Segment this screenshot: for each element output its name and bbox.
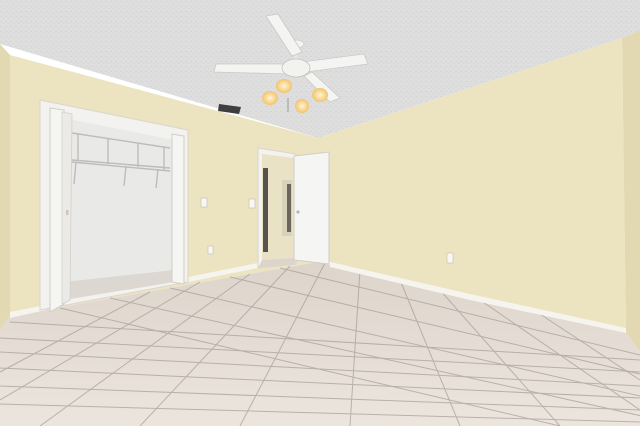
fan-light-bulb — [295, 99, 309, 113]
bedroom-scene — [0, 0, 640, 426]
fan-light-bulb — [312, 88, 328, 102]
fan-blade-left — [213, 63, 291, 75]
fan-light-bulb — [262, 91, 278, 105]
wall-outlet-left — [207, 245, 214, 255]
closet-bifold-door-right[interactable] — [171, 133, 185, 285]
hallway-doorway — [257, 147, 330, 269]
hallway-far-dark — [287, 184, 291, 232]
closet-door-knob[interactable] — [66, 210, 69, 215]
fan-light-bulb — [276, 79, 292, 93]
bedroom-door[interactable] — [293, 151, 330, 265]
light-switch-plate[interactable] — [200, 197, 208, 208]
closet-bifold-door-left-panel — [61, 111, 73, 305]
bedroom-door-knob[interactable] — [296, 210, 300, 214]
light-switch-plate-2[interactable] — [248, 198, 256, 209]
left-wall — [0, 44, 10, 330]
wall-outlet-right — [446, 252, 454, 264]
hallway-inner-door — [263, 168, 268, 252]
closet — [39, 99, 189, 313]
fan-motor-housing — [281, 58, 311, 78]
